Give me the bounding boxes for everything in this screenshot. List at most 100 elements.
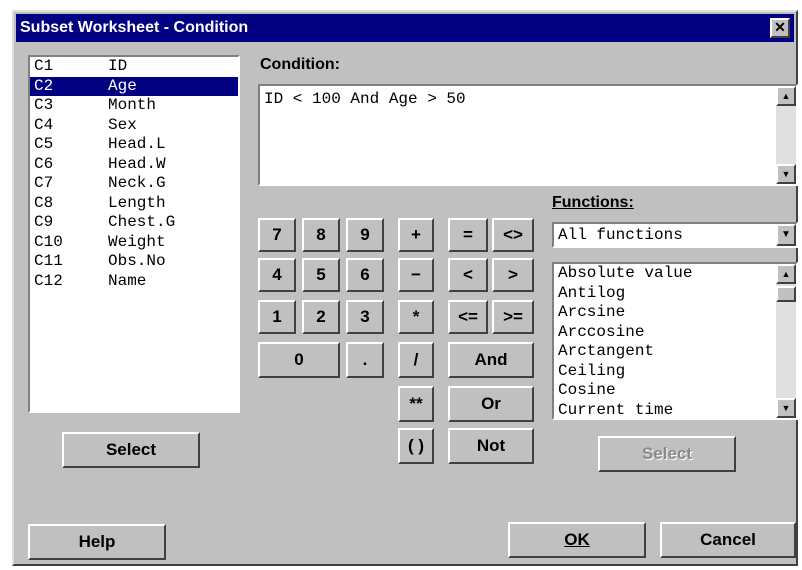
- variable-column-id: C6: [34, 154, 54, 173]
- variable-column-id: C10: [34, 232, 63, 251]
- chevron-down-icon[interactable]: ▼: [776, 224, 796, 246]
- scroll-down-icon[interactable]: ▼: [776, 164, 796, 184]
- op-greater-than[interactable]: >: [492, 258, 534, 292]
- variable-name: Chest.G: [108, 213, 176, 231]
- variable-row[interactable]: C9 Chest.G: [30, 213, 238, 233]
- close-button[interactable]: ✕: [770, 18, 790, 38]
- op-less-equal[interactable]: <=: [448, 300, 488, 334]
- variable-row[interactable]: C10 Weight: [30, 233, 238, 253]
- function-item[interactable]: Absolute value: [554, 264, 796, 284]
- function-item[interactable]: Arctangent: [554, 342, 796, 362]
- functions-label: Functions:: [552, 194, 634, 212]
- key-9[interactable]: 9: [346, 218, 384, 252]
- variable-name: Length: [108, 193, 166, 212]
- key-0[interactable]: 0: [258, 342, 340, 378]
- key-5[interactable]: 5: [302, 258, 340, 292]
- functions-dropdown-value: All functions: [558, 226, 683, 244]
- key-4[interactable]: 4: [258, 258, 296, 292]
- op-less-than[interactable]: <: [448, 258, 488, 292]
- functions-label-text: Functions:: [552, 194, 634, 211]
- scroll-up-icon[interactable]: ▲: [776, 86, 796, 106]
- variable-column-id: C8: [34, 193, 54, 212]
- variable-row[interactable]: C11 Obs.No: [30, 252, 238, 272]
- op-not[interactable]: Not: [448, 428, 534, 464]
- variable-row[interactable]: C2 Age: [30, 76, 238, 96]
- variable-list[interactable]: C1 ID C2 Age C3 Month C4 Sex C5 Head.L C6 Head.W C7 N…: [28, 55, 240, 413]
- op-parens[interactable]: ( ): [398, 428, 434, 464]
- function-item[interactable]: Cosine: [554, 381, 796, 401]
- ok-button[interactable]: OK: [508, 522, 646, 558]
- variable-row[interactable]: C6 Head.W: [30, 155, 238, 175]
- op-plus[interactable]: +: [398, 218, 434, 252]
- op-and[interactable]: And: [448, 342, 534, 378]
- variable-row[interactable]: C8 Length: [30, 194, 238, 214]
- variable-row[interactable]: C1 ID: [30, 57, 238, 77]
- scroll-down-icon[interactable]: ▼: [776, 398, 796, 418]
- variable-column-id: C5: [34, 135, 54, 153]
- function-item[interactable]: Current time: [554, 401, 796, 421]
- subset-worksheet-dialog: Subset Worksheet - Condition ✕ C1 ID C2 Age…: [12, 10, 798, 566]
- variable-name: Age: [108, 76, 137, 95]
- ok-label: OK: [564, 530, 590, 549]
- function-item[interactable]: Arcsine: [554, 303, 796, 323]
- help-button[interactable]: Help: [28, 524, 166, 560]
- variable-name: Obs.No: [108, 252, 166, 270]
- functions-scrollbar[interactable]: ▲ ▼: [776, 264, 796, 418]
- variable-row[interactable]: C5 Head.L: [30, 135, 238, 155]
- variable-column-id: C12: [34, 271, 63, 290]
- function-item[interactable]: Ceiling: [554, 362, 796, 382]
- key-6[interactable]: 6: [346, 258, 384, 292]
- variable-name: ID: [108, 57, 128, 75]
- variable-column-id: C3: [34, 96, 54, 114]
- title-bar: Subset Worksheet - Condition ✕: [16, 14, 794, 42]
- condition-textbox[interactable]: ID < 100 And Age > 50 ▲ ▼: [258, 84, 798, 186]
- functions-dropdown[interactable]: All functions ▼: [552, 222, 798, 248]
- select-variable-label: Select: [105, 440, 157, 459]
- variable-row[interactable]: C3 Month: [30, 96, 238, 116]
- variable-name: Month: [108, 96, 157, 114]
- op-power[interactable]: **: [398, 386, 434, 422]
- key-3[interactable]: 3: [346, 300, 384, 334]
- select-function-button[interactable]: Select: [598, 436, 736, 472]
- key-1[interactable]: 1: [258, 300, 296, 334]
- condition-label: Condition:: [260, 56, 340, 73]
- variable-name: Sex: [108, 115, 137, 134]
- condition-scrollbar[interactable]: ▲ ▼: [776, 86, 796, 184]
- variable-row[interactable]: C7 Neck.G: [30, 174, 238, 194]
- op-divide[interactable]: /: [398, 342, 434, 378]
- variable-column-id: C1: [34, 57, 54, 75]
- variable-name: Head.W: [108, 154, 166, 173]
- op-or[interactable]: Or: [448, 386, 534, 422]
- cancel-button[interactable]: Cancel: [660, 522, 796, 558]
- close-icon: ✕: [774, 19, 786, 35]
- op-greater-equal[interactable]: >=: [492, 300, 534, 334]
- variable-row[interactable]: C12 Name: [30, 272, 238, 292]
- op-not-equal[interactable]: <>: [492, 218, 534, 252]
- condition-text: ID < 100 And Age > 50: [264, 90, 466, 108]
- function-item[interactable]: Arccosine: [554, 323, 796, 343]
- functions-list[interactable]: Absolute value Antilog Arcsine Arccosine Arc…: [552, 262, 798, 420]
- variable-column-id: C4: [34, 115, 54, 134]
- variable-name: Head.L: [108, 135, 166, 153]
- key-7[interactable]: 7: [258, 218, 296, 252]
- select-variable-button[interactable]: Select: [62, 432, 200, 468]
- variable-name: Weight: [108, 232, 166, 251]
- window-title: Subset Worksheet - Condition: [20, 19, 249, 36]
- function-item[interactable]: Antilog: [554, 284, 796, 304]
- variable-name: Name: [108, 271, 147, 290]
- scroll-up-icon[interactable]: ▲: [776, 264, 796, 284]
- variable-column-id: C9: [34, 213, 54, 231]
- variable-name: Neck.G: [108, 174, 166, 192]
- key-dot[interactable]: .: [346, 342, 384, 378]
- variable-column-id: C2: [34, 76, 54, 95]
- variable-column-id: C7: [34, 174, 54, 192]
- key-2[interactable]: 2: [302, 300, 340, 334]
- select-function-label: Select: [641, 444, 693, 463]
- op-equal[interactable]: =: [448, 218, 488, 252]
- op-minus[interactable]: −: [398, 258, 434, 292]
- op-multiply[interactable]: *: [398, 300, 434, 334]
- key-8[interactable]: 8: [302, 218, 340, 252]
- variable-row[interactable]: C4 Sex: [30, 116, 238, 136]
- scroll-thumb[interactable]: [776, 286, 796, 302]
- variable-column-id: C11: [34, 252, 63, 270]
